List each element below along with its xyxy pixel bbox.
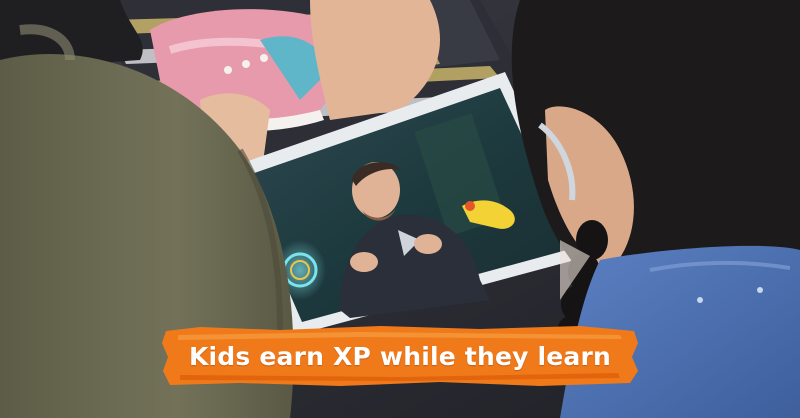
- caption-banner: Kids earn XP while they learn: [160, 323, 640, 389]
- photo-scene: Kids earn XP while they learn: [0, 0, 800, 418]
- caption-text: Kids earn XP while they learn: [188, 341, 612, 371]
